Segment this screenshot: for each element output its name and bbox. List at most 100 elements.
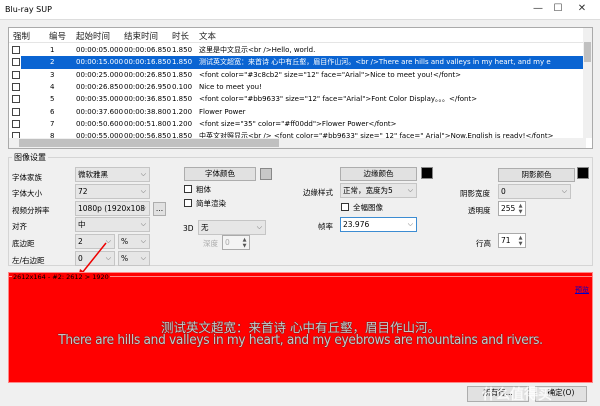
cell-text: Flower Power: [199, 107, 246, 116]
table-row[interactable]: 4 00:00:26.850 00:00:26.950 0.100 Nice t…: [9, 81, 586, 93]
opacity-value: 255: [501, 204, 516, 213]
lr-margin-unit-select[interactable]: % ⌵: [118, 251, 150, 266]
table-row[interactable]: 3 00:00:25.000 00:00:26.850 1.850 <font …: [9, 69, 586, 81]
cell-duration: 1.850: [172, 46, 193, 54]
maximize-button[interactable]: ☐: [548, 3, 568, 17]
depth-spinner[interactable]: 0 ▲ ▼: [222, 235, 250, 250]
shadow-width-value: 0: [501, 187, 506, 196]
font-size-label: 字体大小: [12, 189, 42, 198]
opacity-spinner[interactable]: 255 ▲ ▼: [498, 201, 526, 216]
table-row[interactable]: 1 00:00:05.000 00:00:06.850 1.850 这里是中文显…: [9, 44, 586, 56]
cell-number: 3: [50, 70, 55, 79]
cell-start: 00:00:50.600: [76, 119, 124, 128]
preview-link[interactable]: 预览: [575, 285, 589, 295]
line-spacing-spinner[interactable]: 71 ▲ ▼: [498, 233, 526, 248]
subtitle-table: 强制 编号 起始时间 结束时间 时长 文本 1 00:00:05.000 00:…: [8, 27, 593, 149]
shadow-color-button[interactable]: 阴影颜色: [498, 168, 575, 182]
border-color-button[interactable]: 边缘颜色: [340, 167, 417, 181]
cell-duration: 0.100: [172, 82, 193, 91]
chevron-down-icon: ⌵: [140, 237, 146, 245]
lr-margin-unit-value: %: [121, 254, 129, 263]
close-button[interactable]: ✕: [572, 3, 592, 17]
depth-value: 0: [225, 238, 230, 247]
col-end[interactable]: 结束时间: [124, 30, 158, 42]
font-color-button[interactable]: 字体颜色: [184, 167, 256, 181]
forced-checkbox[interactable]: [12, 95, 20, 104]
group-label: 图像设置: [12, 152, 48, 163]
col-start[interactable]: 起始时间: [76, 30, 110, 42]
col-forced[interactable]: 强制: [13, 30, 30, 42]
forced-checkbox[interactable]: [12, 46, 20, 54]
depth-label: 深度: [203, 239, 218, 248]
cell-duration: 1.850: [172, 95, 193, 104]
align-select[interactable]: 中 ⌵: [75, 217, 150, 232]
line-spacing-label: 行高: [476, 239, 491, 248]
cell-start: 00:00:35.000: [76, 95, 124, 104]
font-color-swatch[interactable]: [260, 168, 272, 180]
spin-arrows-icon: ▲ ▼: [242, 237, 247, 249]
bottom-margin-unit-value: %: [121, 237, 129, 246]
minimize-button[interactable]: —: [528, 3, 548, 17]
col-number[interactable]: 编号: [49, 30, 66, 42]
border-style-label: 边缘样式: [303, 188, 333, 197]
cell-end: 00:00:26.850: [124, 70, 172, 79]
font-family-select[interactable]: 微软雅黑 ⌵: [75, 167, 150, 182]
cell-text: 测试英文超宽：来首诗 心中有丘壑，眉目作山河。<br />There are h…: [199, 58, 551, 67]
font-size-select[interactable]: 72 ⌵: [75, 184, 150, 199]
chevron-down-icon: ⌵: [140, 254, 146, 262]
cell-number: 1: [50, 46, 55, 54]
chevron-down-icon: ⌵: [256, 223, 262, 231]
cell-start: 00:00:26.850: [76, 82, 124, 91]
forced-checkbox[interactable]: [12, 107, 20, 116]
horizontal-scrollbar[interactable]: [9, 138, 586, 148]
table-row[interactable]: 7 00:00:50.600 00:00:51.800 1.200 <font …: [9, 118, 586, 130]
chevron-down-icon: ⌵: [140, 220, 146, 228]
table-row[interactable]: 5 00:00:35.000 00:00:36.850 1.850 <font …: [9, 93, 586, 105]
cell-text: <font color="#3c8cb2" size="12" face="Ar…: [199, 70, 461, 79]
bold-checkbox[interactable]: [184, 185, 192, 193]
cell-number: 6: [50, 107, 55, 116]
cell-start: 00:00:15.000: [76, 58, 124, 67]
resolution-select[interactable]: 1080p (1920x108 ⌵: [75, 201, 150, 216]
shadow-width-select[interactable]: 0 ⌵: [498, 184, 571, 199]
border-color-swatch[interactable]: [421, 167, 433, 179]
align-label: 对齐: [12, 222, 27, 231]
chevron-down-icon: ⌵: [140, 170, 146, 178]
3d-select[interactable]: 无 ⌵: [198, 220, 266, 235]
table-row[interactable]: 2 00:00:15.000 00:00:16.850 1.850 测试英文超宽…: [9, 56, 586, 69]
cell-duration: 1.850: [172, 58, 193, 67]
border-style-select[interactable]: 正常，宽度为5 ⌵: [340, 183, 417, 198]
bold-label: 粗体: [196, 185, 211, 194]
framerate-label: 帧率: [318, 222, 333, 231]
col-text[interactable]: 文本: [199, 30, 216, 42]
vertical-scrollbar[interactable]: [583, 28, 592, 138]
3d-label: 3D: [183, 224, 194, 233]
forced-checkbox[interactable]: [12, 70, 20, 79]
lr-margin-label: 左/右边距: [12, 256, 45, 265]
shadow-color-swatch[interactable]: [577, 167, 589, 179]
cell-text: Nice to meet you!: [199, 82, 262, 91]
forced-checkbox[interactable]: [12, 119, 20, 128]
cell-end: 00:00:51.800: [124, 119, 172, 128]
subtitle-preview: 2612x164 - #2: 2612 > 1920 预览 测试英文超宽：来首诗…: [8, 272, 593, 383]
chevron-down-icon: ⌵: [140, 187, 146, 195]
cell-duration: 1.200: [172, 119, 193, 128]
preview-info: 2612x164 - #2: 2612 > 1920: [12, 273, 110, 281]
col-duration[interactable]: 时长: [172, 30, 189, 42]
fullframe-checkbox[interactable]: [341, 203, 349, 211]
table-row[interactable]: 6 00:00:37.600 00:00:38.800 1.200 Flower…: [9, 106, 586, 118]
preview-line-2: There are hills and valleys in my heart,…: [58, 332, 543, 348]
bottom-margin-unit-select[interactable]: % ⌵: [118, 234, 150, 249]
chevron-down-icon: ⌵: [407, 186, 413, 194]
framerate-select[interactable]: 23.976 ⌵: [340, 217, 417, 232]
forced-checkbox[interactable]: [12, 58, 20, 67]
spin-arrows-icon: ▲ ▼: [518, 235, 523, 247]
cell-start: 00:00:37.600: [76, 107, 124, 116]
line-spacing-value: 71: [501, 236, 511, 245]
forced-checkbox[interactable]: [12, 82, 20, 91]
window-title: Blu-ray SUP: [5, 5, 52, 14]
resolution-more-button[interactable]: ...: [153, 202, 166, 216]
spin-arrows-icon: ▲ ▼: [518, 203, 523, 215]
cell-start: 00:00:25.000: [76, 70, 124, 79]
simple-render-checkbox[interactable]: [184, 199, 192, 207]
